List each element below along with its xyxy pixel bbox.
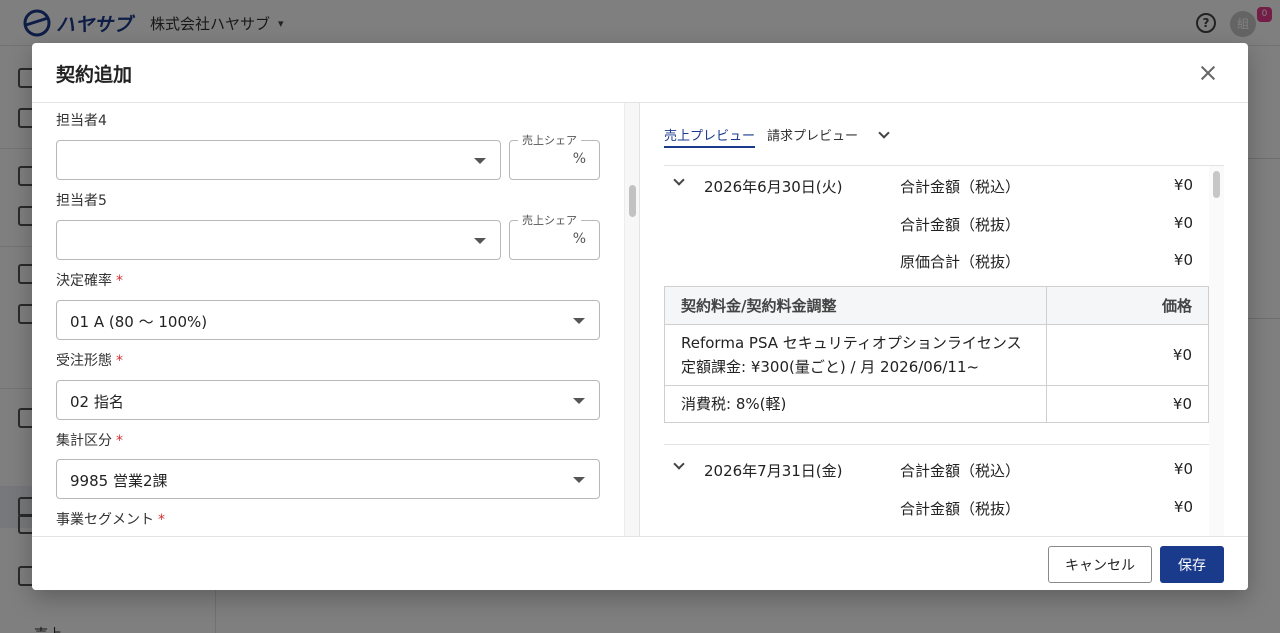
fee-item: 消費税: 8%(軽) xyxy=(664,385,1047,423)
cost-total-label: 原価合計（税抜） xyxy=(900,253,1021,271)
required-mark: * xyxy=(158,512,165,528)
modal-body: 担当者4 売上シェア % 担当者5 売上シェア % 決定確率 * 01 A (8… xyxy=(32,103,1248,536)
staff5-select[interactable] xyxy=(56,220,501,260)
column-header-fee: 契約料金/契約料金調整 xyxy=(664,286,1047,325)
total-excl-tax-label: 合計金額（税抜） xyxy=(900,216,1021,234)
modal-footer: キャンセル 保存 xyxy=(32,536,1248,590)
total-excl-tax-label: 合計金額（税抜） xyxy=(900,500,1021,518)
total-incl-tax-value: ¥0 xyxy=(1173,460,1193,478)
probability-select[interactable]: 01 A (80 〜 100%) xyxy=(56,300,600,340)
probability-label: 決定確率 * xyxy=(56,270,123,290)
dropdown-arrow-icon xyxy=(474,238,486,244)
close-icon[interactable] xyxy=(1196,61,1220,85)
column-header-price: 価格 xyxy=(1046,286,1209,325)
form-scrollbar[interactable] xyxy=(624,103,640,536)
chevron-down-icon[interactable] xyxy=(878,127,890,139)
dropdown-arrow-icon xyxy=(573,318,585,324)
tab-billing-preview[interactable]: 請求プレビュー xyxy=(767,125,858,146)
price-table: 契約料金/契約料金調整 価格 Reforma PSA セキュリティオプションライ… xyxy=(664,286,1209,423)
table-row: 消費税: 8%(軽) ¥0 xyxy=(664,385,1209,423)
percent-unit: % xyxy=(572,231,586,247)
order-type-label: 受注形態 * xyxy=(56,350,123,370)
cancel-button[interactable]: キャンセル xyxy=(1048,546,1152,583)
staff4-label: 担当者4 xyxy=(56,113,107,129)
percent-unit: % xyxy=(572,151,586,167)
total-excl-tax-value: ¥0 xyxy=(1173,214,1193,232)
share-legend: 売上シェア xyxy=(518,132,581,148)
dropdown-arrow-icon xyxy=(573,398,585,404)
add-contract-modal: 契約追加 担当者4 売上シェア % 担当者5 売上シェア % 決定確率 * 01… xyxy=(32,43,1248,590)
staff5-label: 担当者5 xyxy=(56,193,107,209)
aggregation-label-text: 集計区分 xyxy=(56,433,112,449)
fee-price: ¥0 xyxy=(1046,324,1209,386)
modal-title: 契約追加 xyxy=(56,64,133,86)
month-date: 2026年7月31日(金) xyxy=(704,462,843,480)
required-mark: * xyxy=(116,433,123,449)
fee-item: Reforma PSA セキュリティオプションライセンス 定額課金: ¥300(… xyxy=(664,324,1047,386)
table-row: Reforma PSA セキュリティオプションライセンス 定額課金: ¥300(… xyxy=(664,324,1209,386)
order-type-select[interactable]: 02 指名 xyxy=(56,380,600,420)
dropdown-arrow-icon xyxy=(573,477,585,483)
order-type-label-text: 受注形態 xyxy=(56,353,112,369)
staff5-share-input[interactable]: 売上シェア % xyxy=(509,212,600,260)
staff4-share-input[interactable]: 売上シェア % xyxy=(509,132,600,180)
required-mark: * xyxy=(116,353,123,369)
required-mark: * xyxy=(116,273,123,289)
contract-form: 担当者4 売上シェア % 担当者5 売上シェア % 決定確率 * 01 A (8… xyxy=(32,103,624,536)
form-scrollbar-thumb[interactable] xyxy=(629,185,636,217)
total-excl-tax-value: ¥0 xyxy=(1173,498,1193,516)
month-date: 2026年6月30日(火) xyxy=(704,178,843,196)
preview-tabs: 売上プレビュー 請求プレビュー xyxy=(664,125,858,148)
modal-header: 契約追加 xyxy=(32,43,1248,103)
sales-preview: 2026年6月30日(火) 合計金額（税込） ¥0 合計金額（税抜） ¥0 原価… xyxy=(664,165,1224,536)
tab-sales-preview[interactable]: 売上プレビュー xyxy=(664,125,756,148)
segment-label: 事業セグメント * xyxy=(56,509,165,529)
total-incl-tax-value: ¥0 xyxy=(1173,176,1193,194)
cost-total-value: ¥0 xyxy=(1173,251,1193,269)
staff4-select[interactable] xyxy=(56,140,501,180)
aggregation-value: 9985 営業2課 xyxy=(70,472,168,490)
aggregation-label: 集計区分 * xyxy=(56,430,123,450)
segment-label-text: 事業セグメント xyxy=(56,512,154,528)
total-incl-tax-label: 合計金額（税込） xyxy=(900,178,1021,196)
table-header-row: 契約料金/契約料金調整 価格 xyxy=(664,286,1209,325)
preview-scrollbar[interactable] xyxy=(1209,166,1224,536)
probability-value: 01 A (80 〜 100%) xyxy=(70,313,208,331)
collapse-chevron-icon[interactable] xyxy=(673,174,685,186)
probability-label-text: 決定確率 xyxy=(56,273,112,289)
save-button[interactable]: 保存 xyxy=(1160,546,1224,583)
preview-scrollbar-thumb[interactable] xyxy=(1213,171,1220,198)
collapse-chevron-icon[interactable] xyxy=(673,458,685,470)
share-legend: 売上シェア xyxy=(518,212,581,228)
aggregation-select[interactable]: 9985 営業2課 xyxy=(56,459,600,499)
fee-price: ¥0 xyxy=(1046,385,1209,423)
total-incl-tax-label: 合計金額（税込） xyxy=(900,462,1021,480)
dropdown-arrow-icon xyxy=(474,158,486,164)
preview-pane: 売上プレビュー 請求プレビュー 2026年6月30日(火) 合計金額（税込） ¥… xyxy=(640,103,1248,536)
month-divider xyxy=(664,444,1209,445)
order-type-value: 02 指名 xyxy=(70,393,124,411)
